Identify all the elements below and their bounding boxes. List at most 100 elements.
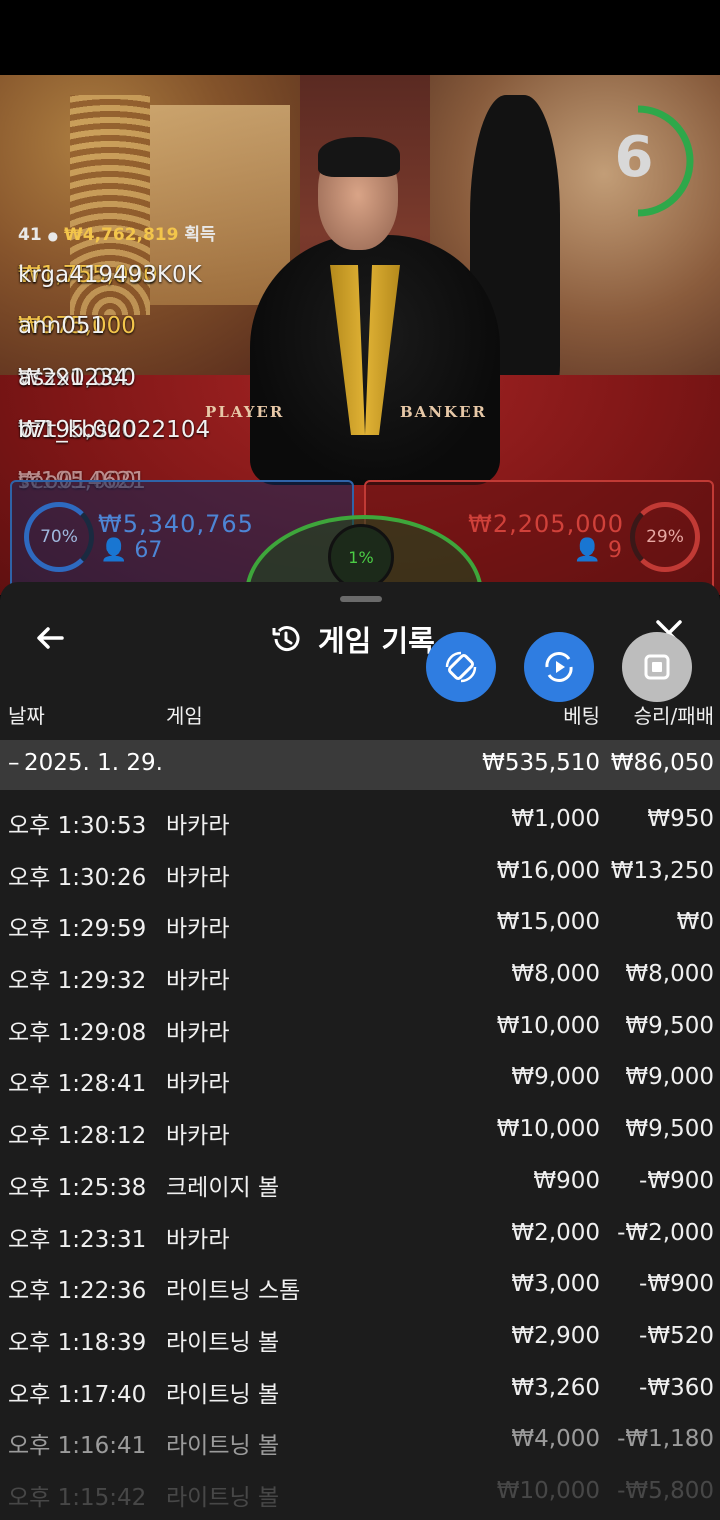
- history-row[interactable]: 오후 1:28:41 바카라 ₩9,000 ₩9,000: [0, 1052, 720, 1104]
- row-game: 바카라: [166, 1226, 230, 1253]
- banker-bet-amount: ₩2,205,000: [468, 510, 624, 538]
- history-row[interactable]: 오후 1:30:26 바카라 ₩16,000 ₩13,250: [0, 846, 720, 898]
- dealer-hair: [318, 137, 400, 177]
- player-count: 👤 67: [100, 538, 162, 563]
- person-icon: 👤: [573, 538, 601, 563]
- row-time: 오후 1:16:41: [8, 1433, 147, 1460]
- collapse-dash-icon: –: [8, 750, 20, 776]
- game-history-sheet: 게임 기록 날짜 게임 베팅 승리/패배 – 2025. 1. 29. ₩535…: [0, 582, 720, 1520]
- stop-button[interactable]: [622, 632, 692, 702]
- winners-header: 41 ● ₩4,762,819 획득: [18, 222, 216, 250]
- table-label-banker: BANKER: [400, 403, 487, 421]
- history-list: 오후 1:30:53 바카라 ₩1,000 ₩950 오후 1:30:26 바카라 ₩16…: [0, 794, 720, 1518]
- drag-handle[interactable]: [340, 596, 382, 602]
- row-bet: ₩2,900: [511, 1322, 600, 1349]
- history-row[interactable]: 오후 1:23:31 바카라 ₩2,000 -₩2,000: [0, 1208, 720, 1260]
- row-game: 라이트닝 볼: [166, 1433, 280, 1460]
- banker-count-value: 9: [608, 538, 622, 563]
- winner-name: ann051: [18, 313, 106, 340]
- history-row[interactable]: 오후 1:15:42 라이트닝 볼 ₩10,000 -₩5,800: [0, 1466, 720, 1518]
- row-game: 바카라: [166, 1019, 230, 1046]
- group-result: ₩86,050: [610, 750, 714, 776]
- row-time: 오후 1:29:32: [8, 968, 147, 995]
- player-percent: 70%: [24, 502, 94, 572]
- arrow-left-icon[interactable]: [32, 620, 72, 660]
- tie-percent: 1%: [328, 524, 394, 590]
- history-row[interactable]: 오후 1:29:59 바카라 ₩15,000 ₩0: [0, 897, 720, 949]
- row-bet: ₩900: [533, 1167, 600, 1194]
- row-game: 바카라: [166, 968, 230, 995]
- row-game: 바카라: [166, 864, 230, 891]
- history-row[interactable]: 오후 1:29:08 바카라 ₩10,000 ₩9,500: [0, 1001, 720, 1053]
- row-bet: ₩4,000: [511, 1426, 600, 1453]
- history-row[interactable]: 오후 1:29:32 바카라 ₩8,000 ₩8,000: [0, 949, 720, 1001]
- row-result: ₩9,000: [625, 1064, 714, 1091]
- row-result: ₩13,250: [610, 857, 714, 884]
- row-bet: ₩3,000: [511, 1271, 600, 1298]
- winner-row: ₩975,000 ann051: [18, 301, 216, 353]
- row-result: -₩900: [639, 1271, 714, 1298]
- history-row[interactable]: 오후 1:16:41 라이트닝 볼 ₩4,000 -₩1,180: [0, 1414, 720, 1466]
- row-game: 라이트닝 볼: [166, 1329, 280, 1356]
- history-row[interactable]: 오후 1:30:53 바카라 ₩1,000 ₩950: [0, 794, 720, 846]
- round-count: 41: [18, 225, 42, 245]
- row-bet: ₩9,000: [511, 1064, 600, 1091]
- table-header: 날짜 게임 베팅 승리/패배: [0, 700, 720, 740]
- row-time: 오후 1:30:53: [8, 813, 147, 839]
- winner-name: krga419493K0K: [18, 261, 202, 288]
- row-bet: ₩16,000: [496, 857, 600, 884]
- row-bet: ₩8,000: [511, 961, 600, 988]
- row-game: 바카라: [166, 1071, 230, 1098]
- group-bet: ₩535,510: [482, 750, 600, 776]
- row-bet: ₩1,000: [511, 806, 600, 832]
- row-time: 오후 1:25:38: [8, 1174, 147, 1201]
- row-result: -₩360: [639, 1374, 714, 1401]
- winner-name: b7t_kbs2022104: [18, 416, 211, 443]
- row-result: ₩950: [647, 806, 714, 832]
- row-result: -₩2,000: [617, 1219, 714, 1246]
- row-bet: ₩10,000: [496, 1012, 600, 1039]
- row-bet: ₩2,000: [511, 1219, 600, 1246]
- date-group-row[interactable]: – 2025. 1. 29. ₩535,510 ₩86,050: [0, 740, 720, 790]
- replay-button[interactable]: [524, 632, 594, 702]
- header-bet: 베팅: [563, 704, 600, 728]
- row-time: 오후 1:23:31: [8, 1226, 147, 1253]
- history-icon: [272, 626, 300, 652]
- player-bet-amount: ₩5,340,765: [98, 510, 254, 538]
- row-result: -₩520: [639, 1322, 714, 1349]
- winners-list: 41 ● ₩4,762,819 획득 ₩1,755,000 krga419493…: [18, 222, 216, 508]
- winner-name: aszx1234: [18, 364, 129, 391]
- history-row[interactable]: 오후 1:28:12 바카라 ₩10,000 ₩9,500: [0, 1104, 720, 1156]
- row-result: ₩9,500: [625, 1116, 714, 1143]
- row-bet: ₩3,260: [511, 1374, 600, 1401]
- row-result: ₩8,000: [625, 961, 714, 988]
- rotate-device-button[interactable]: [426, 632, 496, 702]
- group-date: 2025. 1. 29.: [24, 750, 163, 776]
- history-row[interactable]: 오후 1:17:40 라이트닝 볼 ₩3,260 -₩360: [0, 1363, 720, 1415]
- row-game: 크레이지 볼: [166, 1174, 280, 1201]
- row-time: 오후 1:30:26: [8, 864, 147, 891]
- row-game: 라이트닝 볼: [166, 1484, 280, 1511]
- history-row[interactable]: 오후 1:18:39 라이트닝 볼 ₩2,900 -₩520: [0, 1311, 720, 1363]
- row-time: 오후 1:29:59: [8, 916, 147, 943]
- row-bet: ₩10,000: [496, 1116, 600, 1143]
- row-result: ₩0: [676, 909, 714, 936]
- rotate-device-icon: [445, 651, 477, 683]
- row-bet: ₩15,000: [496, 909, 600, 936]
- countdown-timer: 6: [598, 103, 694, 217]
- person-icon: 👤: [100, 538, 128, 563]
- row-time: 오후 1:17:40: [8, 1381, 147, 1408]
- history-row[interactable]: 오후 1:25:38 크레이지 볼 ₩900 -₩900: [0, 1156, 720, 1208]
- row-game: 바카라: [166, 916, 230, 943]
- history-row[interactable]: 오후 1:22:36 라이트닝 스톰 ₩3,000 -₩900: [0, 1259, 720, 1311]
- winner-row: ₩195,000 b7t_kbs2022104: [18, 405, 216, 457]
- row-bet: ₩10,000: [496, 1477, 600, 1504]
- row-result: -₩5,800: [617, 1477, 714, 1504]
- replay-video-icon: [545, 652, 573, 682]
- winner-row: ₩1,755,000 krga419493K0K: [18, 250, 216, 302]
- row-time: 오후 1:29:08: [8, 1019, 147, 1046]
- row-time: 오후 1:22:36: [8, 1278, 147, 1305]
- header-game: 게임: [166, 704, 203, 728]
- row-game: 라이트닝 볼: [166, 1381, 280, 1408]
- won-label: 획득: [184, 225, 216, 245]
